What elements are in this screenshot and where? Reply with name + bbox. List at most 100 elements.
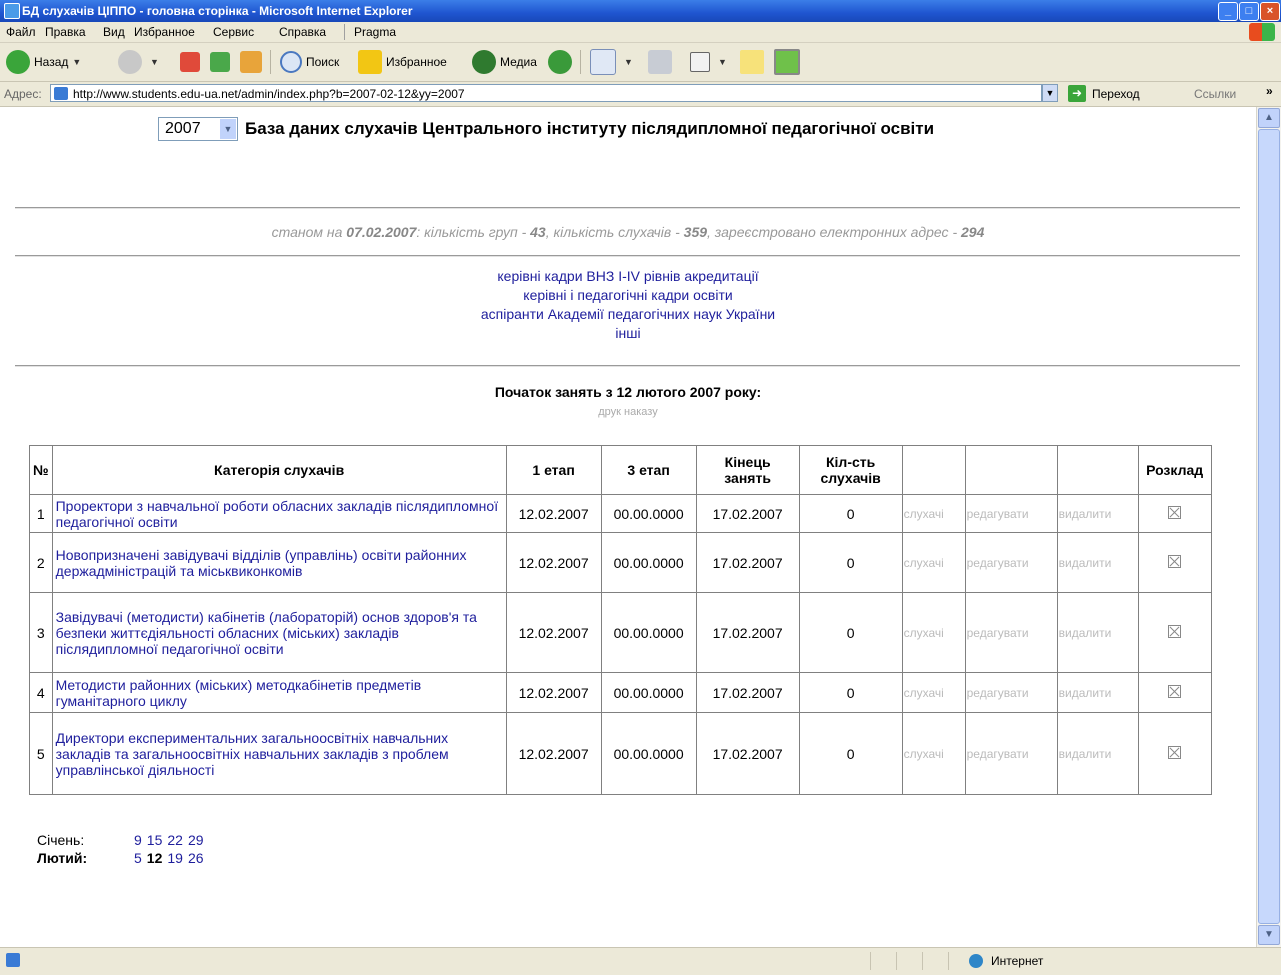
menu-pragma[interactable]: Pragma — [354, 25, 396, 39]
refresh-button[interactable] — [210, 49, 234, 75]
category-link-university-managers[interactable]: керівні кадри ВНЗ I-IV рівнів акредитаці… — [0, 267, 1256, 286]
chevron-down-icon: ▼ — [72, 57, 82, 67]
students-link[interactable]: слухачі — [901, 712, 966, 795]
print-order-link[interactable]: друк наказу — [0, 406, 1256, 418]
history-button[interactable] — [548, 49, 576, 75]
menu-favorites[interactable]: Избранное — [134, 25, 195, 39]
end-date-cell: 17.02.2007 — [695, 712, 800, 795]
back-label: Назад — [34, 55, 69, 69]
word-button[interactable]: ▼ — [690, 49, 727, 75]
group-name-link[interactable]: Методисти районних (міських) методкабіне… — [56, 677, 422, 709]
broken-image-icon[interactable] — [1168, 745, 1182, 759]
broken-image-icon[interactable] — [1168, 624, 1182, 638]
mail-button[interactable]: ▼ — [590, 49, 633, 75]
home-button[interactable] — [240, 49, 266, 75]
go-arrow-icon[interactable]: ➜ — [1068, 85, 1086, 102]
edit-link[interactable]: редагувати — [964, 712, 1058, 795]
scroll-down-button[interactable]: ▼ — [1258, 925, 1280, 945]
menu-help[interactable]: Справка — [279, 25, 326, 39]
students-link[interactable]: слухачі — [901, 592, 966, 673]
status-zone-cell: Интернет — [948, 952, 1279, 970]
week-link[interactable]: 29 — [188, 832, 204, 848]
maximize-button[interactable]: □ — [1239, 2, 1259, 21]
stop-button[interactable] — [180, 49, 204, 75]
stage1-date-cell: 12.02.2007 — [505, 532, 602, 593]
schedule-cell — [1137, 532, 1212, 593]
stats-groups: 43 — [530, 224, 546, 240]
icq-button[interactable] — [774, 49, 804, 75]
minimize-button[interactable]: _ — [1218, 2, 1238, 21]
month-label: Лютий: — [37, 850, 88, 866]
notes-button[interactable] — [740, 49, 768, 75]
vertical-scrollbar[interactable]: ▲ ▼ — [1256, 107, 1281, 947]
week-link[interactable]: 9 — [134, 832, 142, 848]
stats-date: 07.02.2007 — [346, 224, 417, 240]
stage1-date-cell: 12.02.2007 — [505, 672, 602, 713]
edit-link[interactable]: редагувати — [964, 494, 1058, 533]
address-input[interactable]: http://www.students.edu-ua.net/admin/ind… — [50, 84, 1042, 102]
broken-image-icon[interactable] — [1168, 554, 1182, 568]
menu-tools[interactable]: Сервис — [213, 25, 254, 39]
print-button[interactable] — [648, 49, 676, 75]
end-date-cell: 17.02.2007 — [695, 532, 800, 593]
edit-link[interactable]: редагувати — [964, 672, 1058, 713]
close-button[interactable]: × — [1260, 2, 1280, 21]
category-link-other[interactable]: інші — [0, 324, 1256, 343]
media-button[interactable]: Медиа — [472, 49, 537, 75]
broken-image-icon[interactable] — [1168, 684, 1182, 698]
zone-label: Интернет — [991, 954, 1044, 968]
menu-file[interactable]: Файл — [6, 25, 36, 39]
edit-link[interactable]: редагувати — [964, 532, 1058, 593]
week-link[interactable]: 5 — [134, 850, 142, 866]
chevron-right-icon[interactable]: » — [1266, 84, 1273, 98]
search-button[interactable]: Поиск — [280, 49, 339, 75]
students-link[interactable]: слухачі — [901, 672, 966, 713]
favorites-button[interactable]: Избранное — [358, 49, 447, 75]
group-name-link[interactable]: Проректори з навчальної роботи обласних … — [56, 498, 498, 530]
stage3-date-cell: 00.00.0000 — [600, 592, 697, 673]
address-dropdown-button[interactable]: ▼ — [1042, 84, 1058, 102]
col-action1 — [901, 445, 966, 495]
status-cell — [922, 952, 949, 970]
group-name-link[interactable]: Новопризначені завідувачі відділів (упра… — [56, 547, 467, 579]
year-select[interactable]: 2007 ▼ — [158, 117, 238, 141]
edit-link[interactable]: редагувати — [964, 592, 1058, 673]
go-button[interactable]: Переход — [1092, 87, 1140, 101]
stats-groups-label: : кількість груп - — [416, 224, 531, 240]
group-name-cell: Методисти районних (міських) методкабіне… — [51, 672, 507, 713]
search-label: Поиск — [306, 55, 340, 69]
group-name-link[interactable]: Завідувачі (методисти) кабінетів (лабора… — [56, 609, 477, 657]
students-link[interactable]: слухачі — [901, 532, 966, 593]
week-link[interactable]: 15 — [147, 832, 163, 848]
delete-link[interactable]: видалити — [1056, 532, 1139, 593]
week-link[interactable]: 19 — [167, 850, 183, 866]
student-count-cell: 0 — [798, 494, 903, 533]
week-link[interactable]: 26 — [188, 850, 204, 866]
stage3-date-cell: 00.00.0000 — [600, 712, 697, 795]
delete-link[interactable]: видалити — [1056, 712, 1139, 795]
week-link[interactable]: 22 — [167, 832, 183, 848]
scroll-thumb[interactable] — [1258, 129, 1280, 924]
delete-link[interactable]: видалити — [1056, 592, 1139, 673]
back-button[interactable]: Назад ▼ — [6, 49, 81, 75]
scroll-up-button[interactable]: ▲ — [1258, 108, 1280, 128]
current-week-day: 12 — [146, 850, 163, 866]
col-category: Категорія слухачів — [51, 445, 507, 495]
flower-icon — [774, 49, 800, 75]
student-count-cell: 0 — [798, 672, 903, 713]
address-label: Адрес: — [4, 87, 42, 101]
links-label[interactable]: Ссылки — [1194, 87, 1236, 101]
menu-view[interactable]: Вид — [103, 25, 125, 39]
forward-button[interactable]: ▼ — [118, 49, 159, 75]
broken-image-icon[interactable] — [1168, 505, 1182, 519]
group-name-link[interactable]: Директори експериментальних загальноосві… — [56, 730, 449, 778]
students-link[interactable]: слухачі — [901, 494, 966, 533]
address-bar: Адрес: http://www.students.edu-ua.net/ad… — [0, 82, 1281, 107]
start-date-heading: Початок занять з 12 лютого 2007 року: — [494, 384, 762, 400]
delete-link[interactable]: видалити — [1056, 494, 1139, 533]
category-link-postgraduates[interactable]: аспіранти Академії педагогічних наук Укр… — [0, 305, 1256, 324]
menu-edit[interactable]: Правка — [45, 25, 86, 39]
col-action3 — [1056, 445, 1139, 495]
delete-link[interactable]: видалити — [1056, 672, 1139, 713]
category-link-education-staff[interactable]: керівні і педагогічні кадри освіти — [0, 286, 1256, 305]
